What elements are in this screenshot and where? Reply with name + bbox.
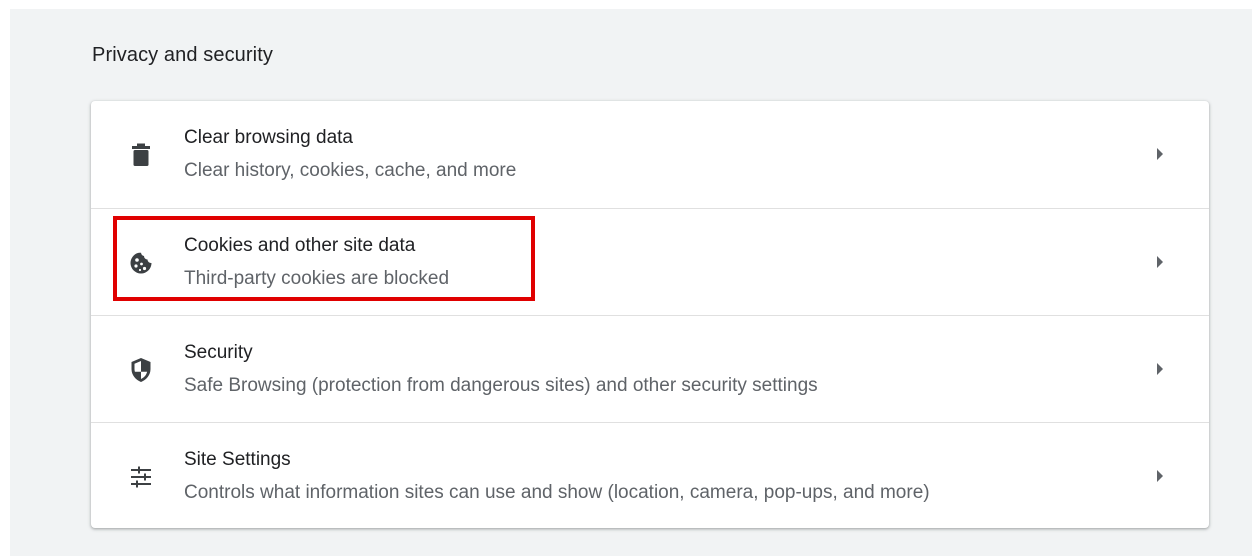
chevron-right-icon[interactable]	[1151, 253, 1169, 271]
cookies-site-data-label: Cookies and other site data	[184, 235, 416, 256]
trash-icon	[127, 141, 155, 169]
privacy-settings-card: Clear browsing data Clear history, cooki…	[91, 101, 1209, 528]
chevron-right-icon[interactable]	[1151, 467, 1169, 485]
clear-browsing-data-row[interactable]: Clear browsing data Clear history, cooki…	[91, 101, 1209, 208]
chevron-right-icon[interactable]	[1151, 360, 1169, 378]
clear-browsing-data-label: Clear browsing data	[184, 127, 353, 148]
section-title: Privacy and security	[92, 44, 273, 66]
site-settings-description: Controls what information sites can use …	[184, 482, 930, 503]
tune-icon	[127, 463, 155, 491]
security-label: Security	[184, 342, 253, 363]
cookies-site-data-row[interactable]: Cookies and other site data Third-party …	[91, 208, 1209, 316]
cookies-site-data-description: Third-party cookies are blocked	[184, 268, 450, 289]
security-row[interactable]: Security Safe Browsing (protection from …	[91, 315, 1209, 423]
security-description: Safe Browsing (protection from dangerous…	[184, 375, 818, 396]
site-settings-row[interactable]: Site Settings Controls what information …	[91, 422, 1209, 530]
site-settings-label: Site Settings	[184, 449, 291, 470]
shield-icon	[127, 356, 155, 384]
cookie-icon	[127, 249, 155, 277]
clear-browsing-data-description: Clear history, cookies, cache, and more	[184, 160, 517, 181]
chevron-right-icon[interactable]	[1151, 145, 1169, 163]
